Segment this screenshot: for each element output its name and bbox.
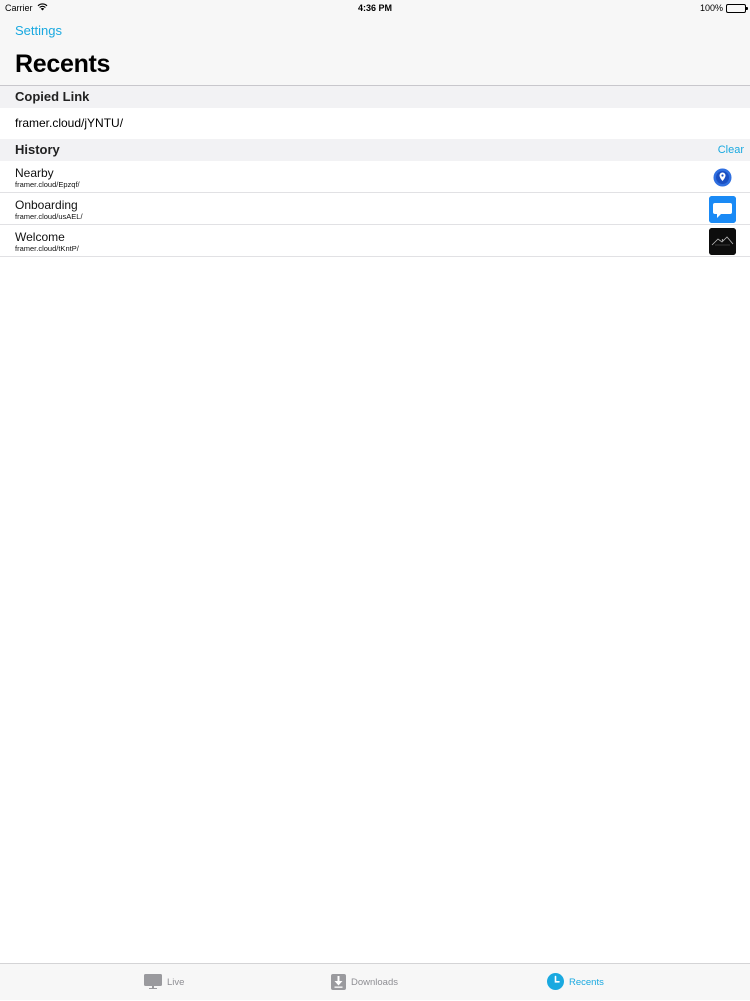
history-row-url: framer.cloud/Epzqf/: [15, 180, 80, 189]
tab-downloads[interactable]: Downloads: [331, 964, 398, 1001]
tab-live-label: Live: [167, 977, 185, 988]
location-pin-icon: [709, 164, 736, 191]
history-row-onboarding[interactable]: Onboarding framer.cloud/usAEL/: [0, 193, 750, 225]
copied-link-header-label: Copied Link: [15, 89, 90, 104]
monitor-icon: [144, 973, 162, 992]
status-time: 4:36 PM: [357, 3, 392, 13]
battery-icon: [726, 3, 748, 13]
clock-icon: [547, 972, 564, 993]
history-row-nearby[interactable]: Nearby framer.cloud/Epzqf/: [0, 161, 750, 193]
status-bar: Carrier 4:36 PM 100%: [0, 0, 750, 16]
page-title: Recents: [15, 50, 111, 78]
history-header-label: History: [15, 142, 60, 157]
history-row-title: Onboarding: [15, 198, 78, 212]
copied-link-url: framer.cloud/jYNTU/: [15, 116, 124, 130]
copied-link-header: Copied Link: [0, 86, 750, 108]
clear-button[interactable]: Clear: [718, 139, 744, 161]
navigation-bar: Settings Recents: [0, 16, 750, 86]
battery-percent: 100%: [699, 3, 723, 13]
history-row-url: framer.cloud/tKntP/: [15, 244, 79, 253]
history-row-title: Welcome: [15, 230, 65, 244]
tab-recents[interactable]: Recents: [547, 964, 604, 1001]
chat-bubble-icon: [709, 196, 736, 223]
settings-button[interactable]: Settings: [15, 23, 62, 38]
download-icon: [331, 973, 346, 993]
history-row-welcome[interactable]: Welcome framer.cloud/tKntP/: [0, 225, 750, 257]
tab-downloads-label: Downloads: [351, 977, 398, 988]
tab-live[interactable]: Live: [144, 964, 184, 1001]
history-header: History Clear: [0, 139, 750, 161]
history-list: Nearby framer.cloud/Epzqf/ Onboarding fr…: [0, 161, 750, 257]
status-right: 100%: [699, 0, 748, 16]
tab-recents-label: Recents: [569, 977, 604, 988]
dark-landscape-icon: [709, 228, 736, 255]
tab-bar: Live Downloads Recents: [0, 963, 750, 1000]
copied-link-row[interactable]: framer.cloud/jYNTU/: [0, 108, 750, 138]
history-row-title: Nearby: [15, 166, 54, 180]
history-row-url: framer.cloud/usAEL/: [15, 212, 83, 221]
